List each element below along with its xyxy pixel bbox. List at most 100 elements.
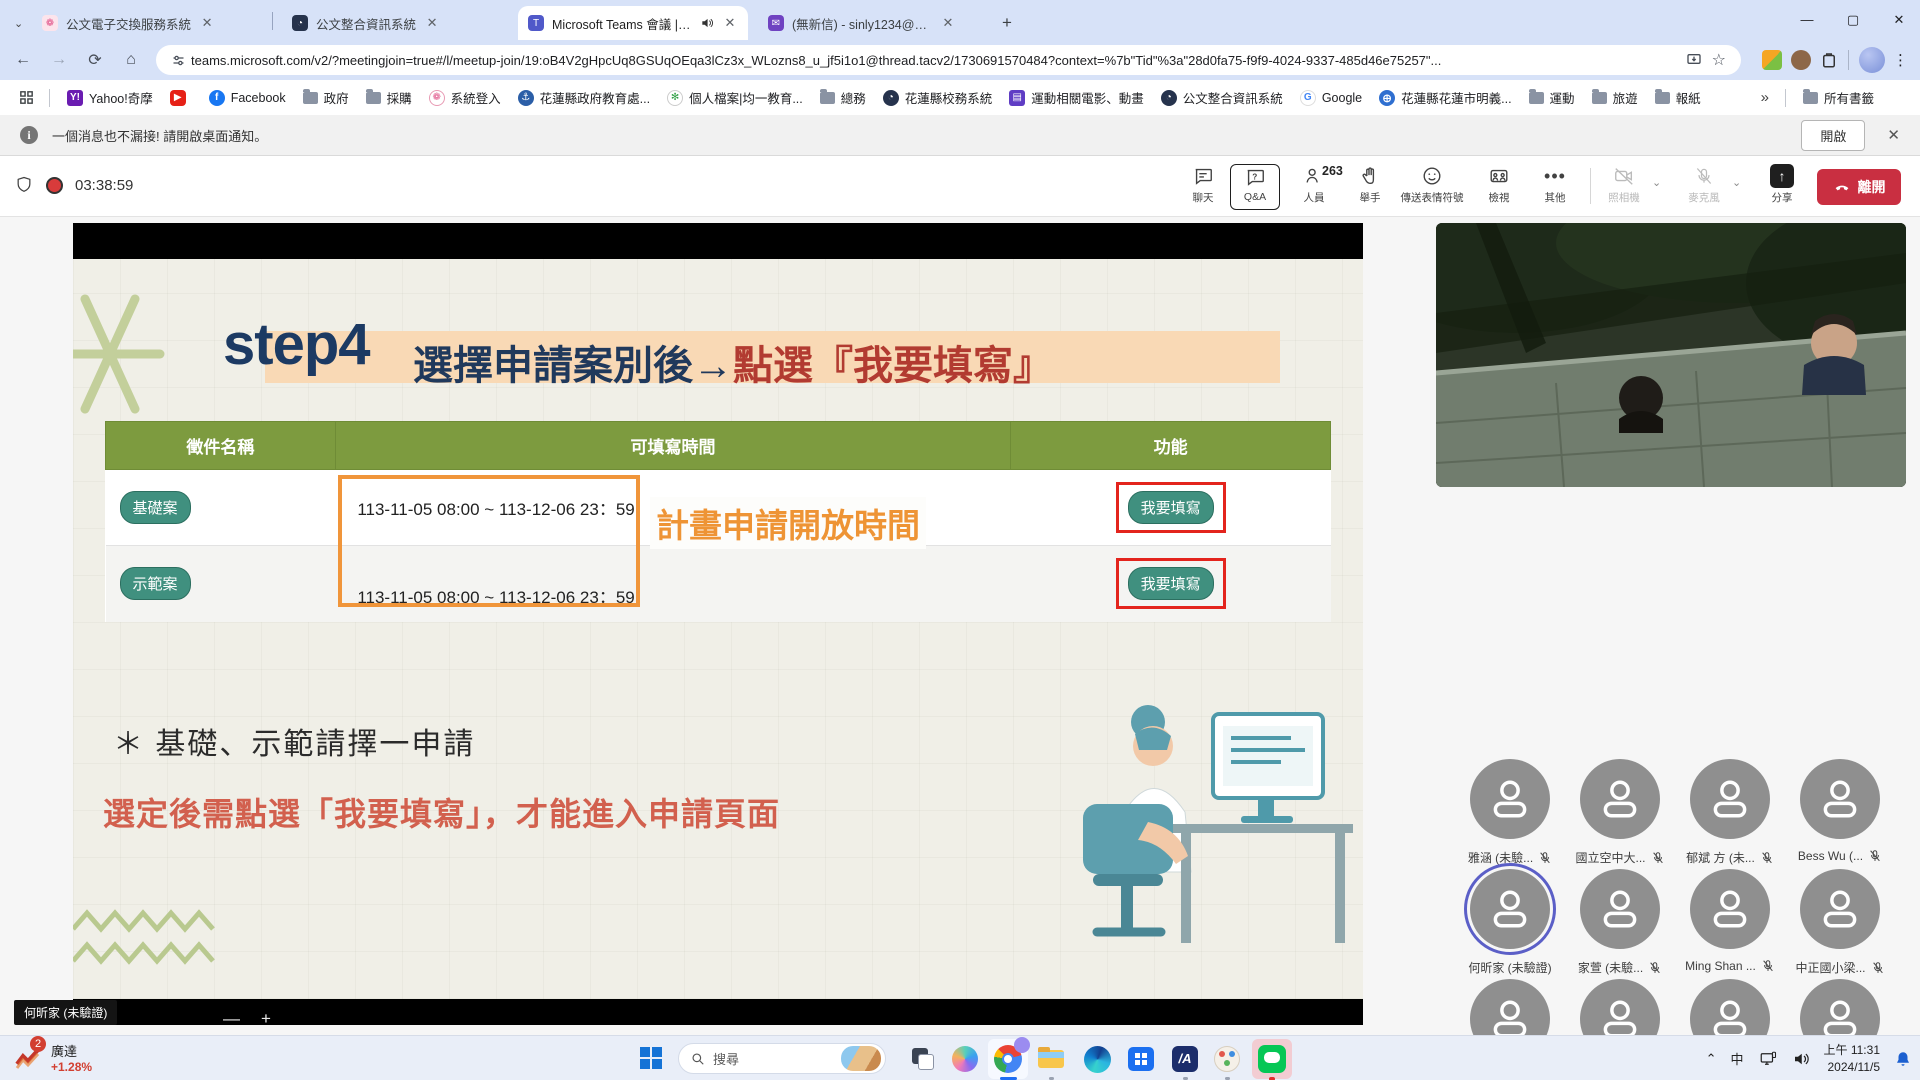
home-button[interactable]: ⌂ — [118, 47, 144, 73]
profile-avatar[interactable] — [1859, 47, 1885, 73]
bookmark-edu-bureau[interactable]: ⚓花蓮縣政府教育處... — [518, 88, 650, 107]
participant-tile[interactable]: 家萱 (未驗... — [1565, 867, 1675, 977]
forward-button[interactable]: → — [46, 47, 72, 73]
bookmark-youtube[interactable]: ▶ — [170, 90, 192, 106]
bookmark-school-system[interactable]: ◔花蓮縣校務系統 — [883, 88, 993, 107]
extension-epki-icon[interactable] — [1762, 50, 1782, 70]
bookmark-mingyi[interactable]: 🜨花蓮縣花蓮市明義... — [1379, 88, 1511, 107]
case-basic-button[interactable]: 基礎案 — [120, 491, 191, 524]
edge-button[interactable] — [1082, 1044, 1112, 1074]
participant-tile[interactable]: 中正國小梁... — [1785, 867, 1895, 977]
slide-zoom-out-button[interactable]: — — [223, 1009, 240, 1029]
mic-button-disabled[interactable]: 麥克風 — [1678, 164, 1730, 205]
notification-close-icon[interactable]: ✕ — [1887, 126, 1900, 144]
start-button[interactable] — [640, 1047, 662, 1069]
chat-button[interactable]: 聊天 — [1177, 164, 1229, 205]
apps-grid-icon[interactable] — [18, 89, 35, 106]
task-view-button[interactable] — [908, 1044, 938, 1074]
bookmark-folder-sport[interactable]: 運動 — [1529, 88, 1575, 107]
bookmark-yahoo[interactable]: Y!Yahoo!奇摩 — [67, 88, 153, 107]
presenter-video-tile[interactable] — [1436, 223, 1906, 487]
participant-tile-active-speaker[interactable]: 何昕家 (未驗證) — [1455, 867, 1565, 977]
camera-options-chevron[interactable]: ⌄ — [1652, 176, 1661, 189]
url-text[interactable]: teams.microsoft.com/v2/?meetingjoin=true… — [191, 53, 1681, 68]
participant-tile[interactable]: 郁斌 方 (未... — [1675, 757, 1785, 867]
mic-options-chevron[interactable]: ⌄ — [1732, 176, 1741, 189]
qa-button-active[interactable]: ? Q&A — [1230, 164, 1280, 210]
participant-tile[interactable]: 國立空中大... — [1565, 757, 1675, 867]
people-button[interactable]: 263 人員 — [1288, 164, 1340, 205]
leave-button[interactable]: 離開 — [1817, 169, 1901, 205]
tab-close-icon[interactable]: ✕ — [199, 15, 215, 31]
display-network-icon[interactable] — [1758, 1050, 1778, 1068]
slash-a-app-button[interactable]: /A — [1170, 1044, 1200, 1074]
new-tab-button[interactable]: + — [992, 6, 1020, 40]
bookmark-system-login[interactable]: ❁系統登入 — [429, 88, 501, 107]
bookmark-folder-general[interactable]: 總務 — [820, 88, 866, 107]
slide-zoom-in-button[interactable]: + — [261, 1009, 271, 1029]
col-header-time: 可填寫時間 — [335, 422, 1010, 470]
hidden-icons-chevron[interactable]: ⌃ — [1706, 1051, 1717, 1067]
file-explorer-button[interactable] — [1036, 1044, 1066, 1074]
share-button[interactable]: ↑ 分享 — [1756, 164, 1808, 205]
participant-tile[interactable]: 雅涵 (未驗... — [1455, 757, 1565, 867]
tab-search-button[interactable]: ⌄ — [4, 6, 30, 40]
bookmark-star-icon[interactable]: ☆ — [1712, 50, 1726, 70]
window-minimize-button[interactable]: — — [1792, 8, 1822, 32]
back-button[interactable]: ← — [10, 47, 36, 73]
raise-hand-button[interactable]: 舉手 — [1344, 164, 1396, 205]
participant-tile[interactable]: Bess Wu (... — [1785, 757, 1895, 867]
volume-icon[interactable] — [1792, 1050, 1810, 1068]
bookmark-facebook[interactable]: fFacebook — [209, 90, 286, 106]
browser-menu-icon[interactable]: ⋮ — [1893, 51, 1908, 69]
more-button[interactable]: ••• 其他 — [1529, 164, 1581, 205]
case-demo-button[interactable]: 示範案 — [120, 567, 191, 600]
line-app-button-active[interactable] — [1252, 1039, 1292, 1079]
all-bookmarks-button[interactable]: 所有書籤 — [1803, 88, 1874, 107]
camera-button-disabled[interactable]: 照相機 — [1598, 164, 1650, 205]
tab-close-icon[interactable]: ✕ — [722, 15, 738, 31]
view-button[interactable]: 檢視 — [1473, 164, 1525, 205]
tab-audio-icon[interactable] — [700, 16, 714, 30]
reload-button[interactable]: ⟳ — [82, 47, 108, 73]
tab-close-icon[interactable]: ✕ — [940, 15, 956, 31]
browser-tab-2[interactable]: ◔ 公文整合資訊系統 ✕ — [282, 6, 507, 40]
browser-tab-4[interactable]: ✉ (無新信) - sinly1234@yahoo.c... ✕ — [758, 6, 980, 40]
ime-language-indicator[interactable]: 中 — [1731, 1049, 1744, 1068]
window-maximize-button[interactable]: ▢ — [1838, 8, 1868, 32]
taskbar-search[interactable]: 搜尋 — [678, 1043, 886, 1074]
bookmarks-overflow-button[interactable]: » — [1761, 89, 1769, 106]
chrome-taskbar-button-active[interactable] — [988, 1039, 1028, 1079]
taskbar-clock[interactable]: 上午 11:31 2024/11/5 — [1824, 1042, 1880, 1074]
window-close-button[interactable]: ✕ — [1884, 8, 1914, 32]
widgets-button[interactable]: 2 廣達 +1.28% — [14, 1041, 92, 1074]
bookmark-junyi[interactable]: ✻個人檔案|均一教育... — [667, 88, 803, 107]
bookmark-folder-travel[interactable]: 旅遊 — [1592, 88, 1638, 107]
ms-store-button[interactable] — [1126, 1044, 1156, 1074]
fill-in-button[interactable]: 我要填寫 — [1128, 567, 1214, 600]
bookmark-google[interactable]: GGoogle — [1300, 90, 1362, 106]
bookmark-sport-movies[interactable]: ▤運動相關電影、動畫 — [1009, 88, 1144, 107]
install-icon[interactable] — [1686, 52, 1702, 68]
participant-tile[interactable]: Ming Shan ... — [1675, 867, 1785, 977]
paint-button[interactable] — [1212, 1044, 1242, 1074]
svg-text:?: ? — [1252, 172, 1257, 181]
enable-notifications-button[interactable]: 開啟 — [1801, 120, 1865, 151]
address-bar[interactable]: teams.microsoft.com/v2/?meetingjoin=true… — [156, 45, 1741, 75]
extensions-icon[interactable] — [1820, 51, 1838, 69]
bookmark-folder-news[interactable]: 報紙 — [1655, 88, 1701, 107]
bookmark-folder-gov[interactable]: 政府 — [303, 88, 349, 107]
hang-up-icon — [1833, 178, 1851, 196]
browser-tab-1[interactable]: ❁ 公文電子交換服務系統 ✕ — [32, 6, 267, 40]
reactions-button[interactable]: 傳送表情符號 — [1397, 164, 1467, 205]
browser-tab-3-active[interactable]: T Microsoft Teams 會議 | Mi ✕ — [518, 6, 748, 40]
notification-bell-icon[interactable] — [1894, 1050, 1912, 1068]
extension-monkey-icon[interactable] — [1791, 50, 1811, 70]
login-site-icon: ❁ — [429, 90, 445, 106]
tab-close-icon[interactable]: ✕ — [424, 15, 440, 31]
fill-in-button[interactable]: 我要填寫 — [1128, 491, 1214, 524]
copilot-button[interactable] — [950, 1044, 980, 1074]
bookmark-doc-system[interactable]: ◔公文整合資訊系統 — [1161, 88, 1283, 107]
bookmark-folder-procurement[interactable]: 採購 — [366, 88, 412, 107]
site-info-icon[interactable] — [171, 53, 186, 68]
